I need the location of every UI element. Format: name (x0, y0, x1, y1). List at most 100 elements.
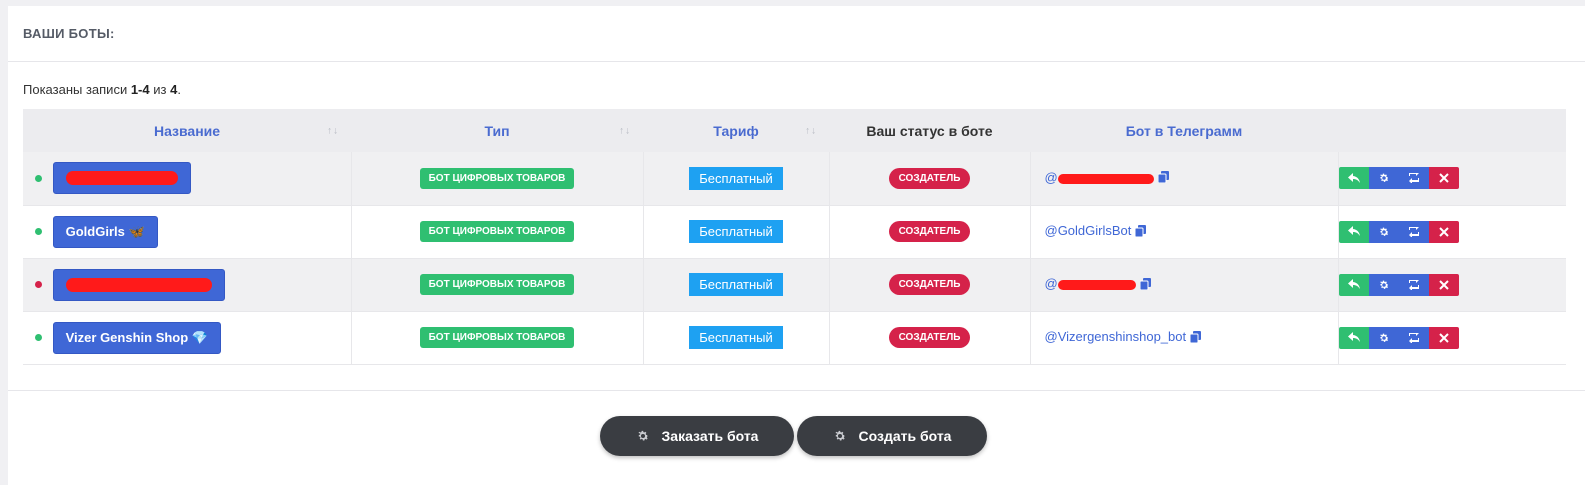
telegram-link[interactable]: @ (1045, 276, 1136, 291)
telegram-link[interactable]: @ (1045, 170, 1154, 185)
close-icon[interactable] (1428, 326, 1459, 349)
bots-table: Название ↑↓ Тип ↑↓ Тариф ↑↓ Ваш статус в бо… (23, 109, 1566, 365)
copy-icon[interactable] (1134, 224, 1147, 240)
row-actions (1338, 326, 1567, 349)
redacted-name (65, 171, 178, 186)
tariff-badge: Бесплатный (689, 220, 783, 243)
reply-icon[interactable] (1338, 220, 1369, 243)
reply-icon[interactable] (1338, 326, 1369, 349)
telegram-handle: @ (1044, 276, 1058, 292)
gear-icon[interactable] (1368, 167, 1399, 190)
status-dot (35, 281, 42, 288)
bot-name-button[interactable] (52, 162, 191, 195)
role-badge: СОЗДАТЕЛЬ (888, 167, 971, 189)
sort-icon[interactable]: ↑↓ (327, 125, 339, 136)
column-header-status: Ваш статус в боте (866, 122, 993, 139)
gear-icon (834, 430, 845, 441)
row-actions (1338, 273, 1567, 296)
status-dot (35, 174, 42, 182)
actions-cell (1337, 205, 1567, 258)
status-dot (35, 334, 42, 341)
copy-icon[interactable] (1139, 277, 1151, 293)
status-cell: СОЗДАТЕЛЬ (828, 258, 1030, 311)
table-row: БОТ ЦИФРОВЫХ ТОВАРОВ Бесплатный СОЗДАТЕЛ… (23, 258, 1566, 311)
role-badge: СОЗДАТЕЛЬ (888, 274, 971, 295)
close-icon[interactable] (1428, 167, 1459, 190)
retweet-icon[interactable] (1398, 326, 1429, 349)
gear-icon[interactable] (1368, 273, 1399, 296)
tariff-cell: Бесплатный (642, 205, 829, 258)
copy-icon[interactable] (1157, 171, 1169, 186)
retweet-icon[interactable] (1398, 167, 1429, 190)
row-actions (1338, 220, 1567, 243)
telegram-cell: @GoldGirlsBot (1029, 205, 1338, 258)
column-header-name[interactable]: Название ↑↓ (23, 109, 351, 152)
order-bot-button[interactable]: Заказать бота (600, 416, 794, 456)
footer-divider (8, 390, 1585, 391)
table-row: БОТ ЦИФРОВЫХ ТОВАРОВ Бесплатный СОЗДАТЕЛ… (23, 152, 1566, 205)
type-badge: БОТ ЦИФРОВЫХ ТОВАРОВ (419, 167, 575, 189)
type-badge: БОТ ЦИФРОВЫХ ТОВАРОВ (419, 327, 575, 348)
role-badge: СОЗДАТЕЛЬ (888, 221, 971, 242)
status-dot (35, 228, 42, 235)
close-icon[interactable] (1428, 273, 1459, 296)
retweet-icon[interactable] (1398, 220, 1429, 243)
row-actions (1338, 167, 1567, 190)
redacted-name (65, 277, 212, 292)
column-header-type[interactable]: Тип ↑↓ (351, 109, 643, 152)
role-badge: СОЗДАТЕЛЬ (888, 327, 971, 348)
gear-icon[interactable] (1368, 220, 1399, 243)
type-cell: БОТ ЦИФРОВЫХ ТОВАРОВ (350, 205, 643, 258)
bot-name-button[interactable]: Vizer Genshin Shop 💎 (52, 321, 221, 354)
type-badge: БОТ ЦИФРОВЫХ ТОВАРОВ (419, 274, 575, 295)
bots-card: ВАШИ БОТЫ: Показаны записи 1-4 из 4. Наз… (8, 6, 1585, 485)
table-row: Vizer Genshin Shop 💎 БОТ ЦИФРОВЫХ ТОВАРО… (23, 311, 1566, 364)
column-header-telegram[interactable]: Бот в Телеграмм (1030, 109, 1338, 152)
telegram-link[interactable]: @GoldGirlsBot (1045, 223, 1132, 238)
status-cell: СОЗДАТЕЛЬ (828, 311, 1030, 364)
gear-icon (637, 430, 649, 441)
type-cell: БОТ ЦИФРОВЫХ ТОВАРОВ (350, 311, 643, 364)
telegram-cell: @ (1029, 258, 1338, 311)
retweet-icon[interactable] (1398, 273, 1429, 296)
bot-name-label: GoldGirls (65, 224, 125, 239)
tariff-badge: Бесплатный (689, 273, 783, 296)
bot-emoji: 🦋 (128, 223, 145, 239)
reply-icon[interactable] (1338, 273, 1369, 296)
actions-cell (1337, 258, 1567, 311)
card-header: ВАШИ БОТЫ: (8, 6, 1585, 62)
name-cell: GoldGirls 🦋 (23, 205, 351, 258)
records-summary: Показаны записи 1-4 из 4. (23, 82, 181, 97)
table-header: Название ↑↓ Тип ↑↓ Тариф ↑↓ Ваш статус в бо… (23, 109, 1566, 152)
type-cell: БОТ ЦИФРОВЫХ ТОВАРОВ (350, 152, 643, 205)
create-bot-button[interactable]: Создать бота (797, 416, 987, 456)
tariff-cell: Бесплатный (642, 152, 829, 205)
reply-icon[interactable] (1338, 167, 1369, 190)
status-cell: СОЗДАТЕЛЬ (828, 152, 1030, 205)
bot-name-button[interactable] (52, 268, 225, 301)
tariff-badge: Бесплатный (689, 166, 783, 190)
bot-name-button[interactable]: GoldGirls 🦋 (52, 215, 158, 248)
telegram-handle: @GoldGirlsBot (1044, 223, 1132, 239)
telegram-cell: @Vizergenshinshop_bot (1029, 311, 1338, 364)
status-cell: СОЗДАТЕЛЬ (828, 205, 1030, 258)
sort-icon[interactable]: ↑↓ (805, 125, 817, 136)
type-cell: БОТ ЦИФРОВЫХ ТОВАРОВ (350, 258, 643, 311)
name-cell: Vizer Genshin Shop 💎 (23, 311, 351, 364)
redacted-handle (1057, 173, 1154, 184)
card-title: ВАШИ БОТЫ: (23, 26, 115, 41)
sort-icon[interactable]: ↑↓ (619, 125, 631, 136)
telegram-handle: @ (1044, 170, 1058, 186)
close-icon[interactable] (1428, 220, 1459, 243)
telegram-cell: @ (1029, 152, 1338, 205)
copy-icon[interactable] (1189, 330, 1202, 346)
tariff-badge: Бесплатный (689, 326, 783, 349)
tariff-cell: Бесплатный (642, 311, 829, 364)
telegram-link[interactable]: @Vizergenshinshop_bot (1045, 329, 1187, 344)
type-badge: БОТ ЦИФРОВЫХ ТОВАРОВ (419, 221, 575, 242)
name-cell (23, 152, 351, 205)
bot-name-label: Vizer Genshin Shop (65, 330, 189, 345)
column-header-tariff[interactable]: Тариф ↑↓ (643, 109, 829, 152)
telegram-handle: @Vizergenshinshop_bot (1044, 329, 1187, 345)
gear-icon[interactable] (1368, 326, 1399, 349)
